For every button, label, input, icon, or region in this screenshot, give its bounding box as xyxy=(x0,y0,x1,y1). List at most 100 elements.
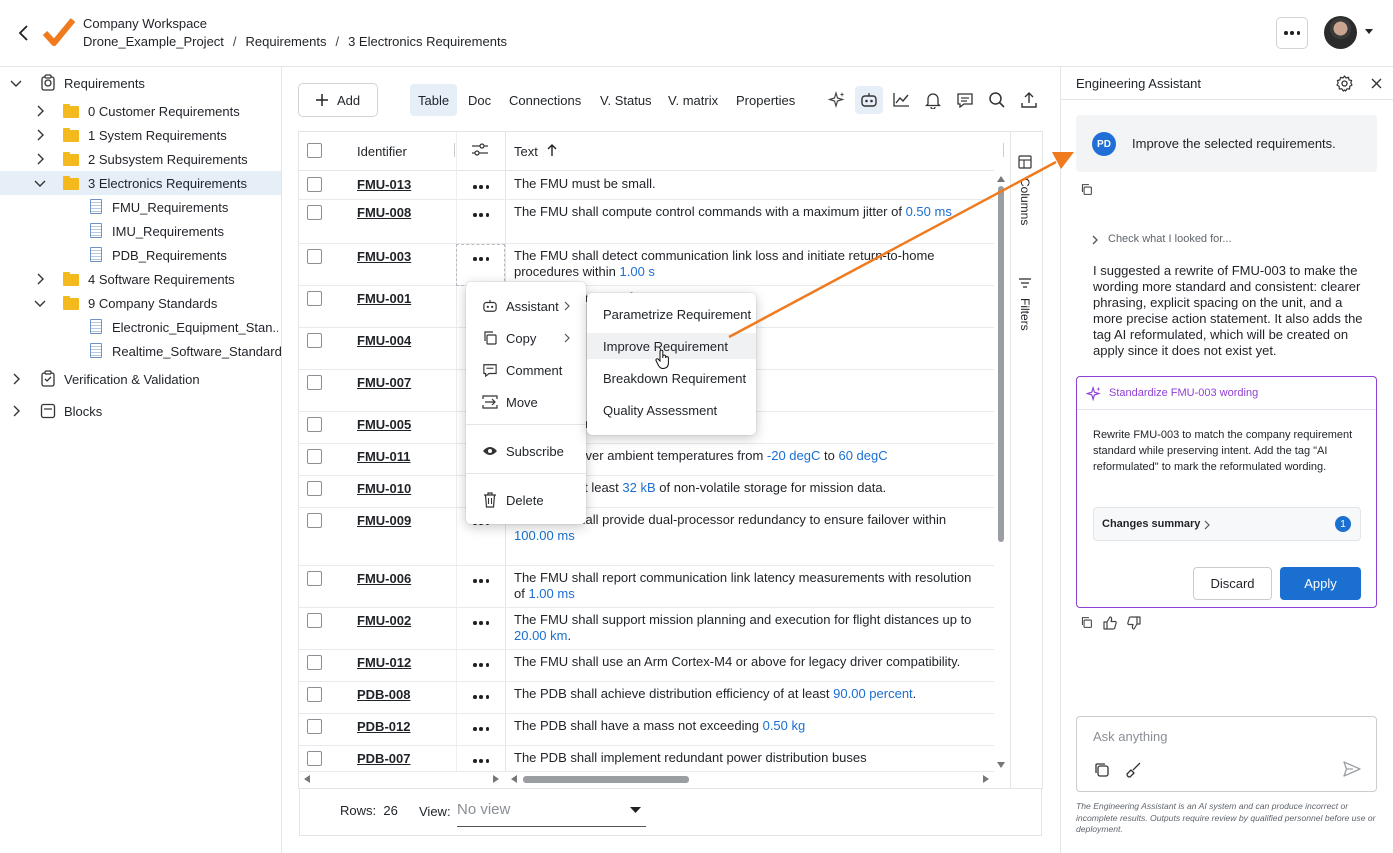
row-actions-icon[interactable] xyxy=(473,663,489,667)
comment-icon[interactable] xyxy=(951,86,979,114)
chevron-down-icon[interactable] xyxy=(1365,29,1373,35)
tree-item-blocks[interactable]: Blocks xyxy=(0,399,281,423)
requirement-id-link[interactable]: FMU-003 xyxy=(357,249,411,264)
row-checkbox[interactable] xyxy=(307,291,322,306)
tree-item-software[interactable]: 4 Software Requirements xyxy=(0,267,281,291)
gear-icon[interactable] xyxy=(1336,75,1353,92)
columns-side-tab[interactable]: Columns xyxy=(1018,178,1032,225)
tree-item-subsystem[interactable]: 2 Subsystem Requirements xyxy=(0,147,281,171)
tree-item-fmu[interactable]: FMU_Requirements xyxy=(0,195,281,219)
sort-ascending-icon[interactable] xyxy=(546,143,558,157)
requirement-id-link[interactable]: FMU-011 xyxy=(357,449,410,464)
assistant-bot-icon[interactable] xyxy=(855,86,883,114)
tab-properties[interactable]: Properties xyxy=(728,84,803,116)
breadcrumb-project[interactable]: Drone_Example_Project xyxy=(83,34,224,49)
requirement-id-link[interactable]: FMU-006 xyxy=(357,571,411,586)
discard-button[interactable]: Discard xyxy=(1193,567,1272,600)
scrollbar-thumb[interactable] xyxy=(523,776,689,783)
columns-icon[interactable] xyxy=(1018,155,1032,169)
column-header-text[interactable]: Text xyxy=(514,144,538,159)
add-button[interactable]: Add xyxy=(298,83,378,117)
filters-side-tab[interactable]: Filters xyxy=(1018,298,1032,331)
tree-item-realtime-standard[interactable]: Realtime_Software_Standard xyxy=(0,339,282,363)
requirement-id-link[interactable]: PDB-008 xyxy=(357,687,410,702)
tree-item-verification[interactable]: Verification & Validation xyxy=(0,367,281,391)
requirement-id-link[interactable]: FMU-004 xyxy=(357,333,411,348)
row-checkbox[interactable] xyxy=(307,177,322,192)
row-actions-icon[interactable] xyxy=(473,727,489,731)
tree-item-electronic-standard[interactable]: Electronic_Equipment_Stan... xyxy=(0,315,281,339)
requirement-id-link[interactable]: PDB-012 xyxy=(357,719,410,734)
row-checkbox[interactable] xyxy=(307,571,322,586)
row-checkbox[interactable] xyxy=(307,513,322,528)
row-checkbox[interactable] xyxy=(307,205,322,220)
row-checkbox[interactable] xyxy=(307,333,322,348)
requirement-id-link[interactable]: PDB-007 xyxy=(357,751,410,766)
row-checkbox[interactable] xyxy=(307,481,322,496)
close-icon[interactable] xyxy=(1371,78,1382,89)
row-checkbox[interactable] xyxy=(307,249,322,264)
tree-item-standards[interactable]: 9 Company Standards xyxy=(0,291,281,315)
requirement-id-link[interactable]: FMU-005 xyxy=(357,417,411,432)
requirement-id-link[interactable]: FMU-007 xyxy=(357,375,411,390)
chart-icon[interactable] xyxy=(887,86,915,114)
menu-item-comment[interactable]: Comment xyxy=(466,357,586,383)
breadcrumb-current[interactable]: 3 Electronics Requirements xyxy=(348,34,507,49)
tree-item-customer[interactable]: 0 Customer Requirements xyxy=(0,99,281,123)
tab-v-status[interactable]: V. Status xyxy=(592,84,660,116)
row-checkbox[interactable] xyxy=(307,375,322,390)
row-checkbox[interactable] xyxy=(307,751,322,766)
column-header-identifier[interactable]: Identifier xyxy=(357,144,407,159)
row-checkbox[interactable] xyxy=(307,719,322,734)
tree-item-pdb[interactable]: PDB_Requirements xyxy=(0,243,281,267)
check-lookups-toggle[interactable]: Check what I looked for... xyxy=(1108,233,1232,245)
row-actions-icon[interactable] xyxy=(473,185,489,189)
row-actions-icon[interactable] xyxy=(473,213,489,217)
select-all-checkbox[interactable] xyxy=(307,143,322,158)
menu-item-copy[interactable]: Copy xyxy=(466,325,586,351)
copy-icon[interactable] xyxy=(1080,183,1093,196)
copy-icon[interactable] xyxy=(1080,616,1093,629)
menu-item-subscribe[interactable]: Subscribe xyxy=(466,438,586,464)
thumbs-down-icon[interactable] xyxy=(1127,616,1141,630)
row-actions-icon[interactable] xyxy=(473,759,489,763)
submenu-parametrize[interactable]: Parametrize Requirement xyxy=(587,301,756,327)
search-icon[interactable] xyxy=(983,86,1011,114)
filter-icon[interactable] xyxy=(1018,276,1032,290)
ask-input-box[interactable]: Ask anything xyxy=(1076,716,1377,792)
row-checkbox[interactable] xyxy=(307,655,322,670)
requirement-id-link[interactable]: FMU-002 xyxy=(357,613,411,628)
requirement-id-link[interactable]: FMU-008 xyxy=(357,205,411,220)
thumbs-up-icon[interactable] xyxy=(1103,616,1117,630)
view-select[interactable]: No view xyxy=(457,797,646,827)
back-icon[interactable] xyxy=(14,22,34,44)
tab-doc[interactable]: Doc xyxy=(460,84,499,116)
row-checkbox[interactable] xyxy=(307,449,322,464)
scrollbar-thumb[interactable] xyxy=(998,186,1004,542)
row-actions-icon[interactable] xyxy=(473,621,489,625)
tree-item-requirements[interactable]: Requirements xyxy=(0,71,281,95)
requirement-id-link[interactable]: FMU-010 xyxy=(357,481,411,496)
row-actions-icon[interactable] xyxy=(473,695,489,699)
row-actions-icon[interactable] xyxy=(473,579,489,583)
export-icon[interactable] xyxy=(1015,86,1043,114)
sparkle-icon[interactable] xyxy=(823,86,851,114)
more-options-button[interactable] xyxy=(1276,17,1308,49)
vertical-scrollbar[interactable] xyxy=(995,172,1007,772)
row-checkbox[interactable] xyxy=(307,613,322,628)
apply-button[interactable]: Apply xyxy=(1280,567,1361,600)
tab-v-matrix[interactable]: V. matrix xyxy=(660,84,726,116)
requirement-id-link[interactable]: FMU-009 xyxy=(357,513,411,528)
horizontal-scrollbar[interactable] xyxy=(299,772,1007,786)
tree-item-imu[interactable]: IMU_Requirements xyxy=(0,219,281,243)
bell-icon[interactable] xyxy=(919,86,947,114)
requirement-id-link[interactable]: FMU-001 xyxy=(357,291,411,306)
row-checkbox[interactable] xyxy=(307,417,322,432)
column-settings-icon[interactable] xyxy=(471,143,489,157)
ask-input[interactable]: Ask anything xyxy=(1093,729,1167,744)
breadcrumb-requirements[interactable]: Requirements xyxy=(246,34,327,49)
menu-item-move[interactable]: Move xyxy=(466,389,586,415)
submenu-improve[interactable]: Improve Requirement xyxy=(587,333,756,359)
tree-item-electronics[interactable]: 3 Electronics Requirements xyxy=(0,171,281,195)
menu-item-delete[interactable]: Delete xyxy=(466,487,586,513)
